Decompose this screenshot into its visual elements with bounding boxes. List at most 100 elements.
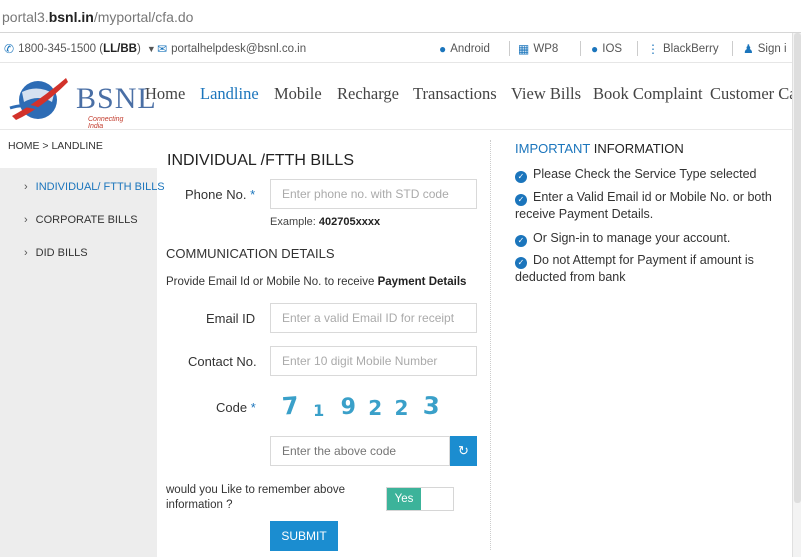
required-mark: * <box>250 400 256 415</box>
nav-recharge[interactable]: Recharge <box>337 84 399 104</box>
breadcrumb[interactable]: HOME > LANDLINE <box>8 140 103 152</box>
chevron-right-icon: › <box>24 247 28 259</box>
submit-button[interactable]: SUBMIT <box>270 521 338 551</box>
check-circle-icon: ✓ <box>515 171 527 183</box>
info-item-text: Enter a Valid Email id or Mobile No. or … <box>515 190 772 221</box>
captcha-input[interactable] <box>270 436 450 466</box>
phone-label-text: Phone No. <box>185 187 247 202</box>
helpdesk-email-link[interactable]: ✉ portalhelpdesk@bsnl.co.in <box>157 42 306 56</box>
helpdesk-email: portalhelpdesk@bsnl.co.in <box>171 43 307 55</box>
refresh-captcha-button[interactable]: ↻ <box>450 436 477 466</box>
sidebar-item-corporate[interactable]: › CORPORATE BILLS <box>24 214 138 226</box>
sidebar: › INDIVIDUAL/ FTTH BILLS › CORPORATE BILLS… <box>0 168 165 557</box>
check-circle-icon: ✓ <box>515 257 527 269</box>
user-icon: ♟ <box>743 42 754 56</box>
nav-transactions[interactable]: Transactions <box>413 84 497 104</box>
contact-input[interactable] <box>270 346 477 376</box>
captcha-code: 7 1 9 2 2 3 <box>281 391 441 421</box>
url-prefix: portal3. <box>2 9 49 25</box>
example-value: 402705xxxx <box>318 216 381 228</box>
signin-label: Sign i <box>757 43 787 55</box>
divider <box>580 41 581 56</box>
code-label: Code * <box>216 400 256 415</box>
sidebar-item-label: DID BILLS <box>35 247 88 259</box>
check-circle-icon: ✓ <box>515 235 527 247</box>
title-rest: INFORMATION <box>590 141 684 156</box>
communication-info: Provide Email Id or Mobile No. to receiv… <box>166 276 466 288</box>
info-item-text: Please Check the Service Type selected <box>533 167 757 181</box>
logo-tagline: Connecting India <box>88 116 124 130</box>
contact-label: Contact No. <box>188 354 257 369</box>
section-title-communication: COMMUNICATION DETAILS <box>166 246 335 261</box>
nav-customer-care[interactable]: Customer Ca <box>710 84 797 104</box>
required-mark: * <box>250 187 256 202</box>
divider <box>509 41 510 56</box>
blackberry-label: BlackBerry <box>663 43 719 55</box>
phone-example: Example: 402705xxxx <box>270 216 380 228</box>
nav-view-bills[interactable]: View Bills <box>511 84 581 104</box>
helpline-bold: LL/BB <box>103 43 137 55</box>
sidebar-item-did[interactable]: › DID BILLS <box>24 247 88 259</box>
info-item-text: Or Sign-in to manage your account. <box>533 231 731 245</box>
captcha-digit: 1 <box>313 401 325 420</box>
info-list-item: ✓ Enter a Valid Email id or Mobile No. or… <box>515 189 790 222</box>
globe-logo-icon <box>9 78 68 120</box>
signin-link[interactable]: ♟ Sign i <box>743 42 787 56</box>
info-text: Provide Email Id or Mobile No. to receiv… <box>166 276 378 288</box>
phone-icon: ✆ <box>4 42 15 56</box>
top-utility-bar: ✆ 1800-345-1500 (LL/BB) ▼ ✉ portalhelpde… <box>0 33 792 63</box>
sidebar-item-label: INDIVIDUAL/ FTTH BILLS <box>35 181 165 193</box>
nav-landline[interactable]: Landline <box>200 84 259 104</box>
chevron-right-icon: › <box>24 181 28 193</box>
url-path: /myportal/cfa.do <box>93 9 194 25</box>
refresh-icon: ↻ <box>458 443 469 458</box>
nav-mobile[interactable]: Mobile <box>274 84 322 104</box>
android-icon: ● <box>439 42 447 56</box>
ios-app-link[interactable]: ● IOS <box>591 42 622 56</box>
info-list-item: ✓ Please Check the Service Type selected <box>515 166 790 183</box>
info-list-item: ✓ Do not Attempt for Payment if amount is… <box>515 252 790 285</box>
bsnl-logo[interactable]: BSNL Connecting India <box>8 72 156 130</box>
scrollbar-thumb[interactable] <box>794 33 801 503</box>
page-title: INDIVIDUAL /FTTH BILLS <box>167 152 354 169</box>
column-divider <box>490 140 491 550</box>
phone-input[interactable] <box>270 179 477 209</box>
site-header: BSNL Connecting India Home Landline Mobi… <box>0 64 797 130</box>
info-item-text: Do not Attempt for Payment if amount is … <box>515 253 754 284</box>
sidebar-item-individual-ftth[interactable]: › INDIVIDUAL/ FTTH BILLS <box>24 181 165 193</box>
blackberry-app-link[interactable]: ⋮ BlackBerry <box>647 42 719 56</box>
apple-icon: ● <box>591 42 599 56</box>
check-circle-icon: ✓ <box>515 194 527 206</box>
android-label: Android <box>450 43 490 55</box>
code-label-text: Code <box>216 400 248 415</box>
email-label: Email ID <box>206 311 256 326</box>
captcha-digit: 2 <box>368 396 383 420</box>
divider <box>637 41 638 56</box>
remember-prompt: would you Like to remember above informa… <box>166 484 345 511</box>
browser-url-bar[interactable]: portal3.bsnl.in/myportal/cfa.do <box>0 0 801 33</box>
info-list-item: ✓ Or Sign-in to manage your account. <box>515 230 790 247</box>
helpline-suffix: ) <box>136 43 141 55</box>
helpline-dropdown[interactable]: ✆ 1800-345-1500 (LL/BB) ▼ <box>4 42 156 56</box>
wp8-app-link[interactable]: ▦ WP8 <box>518 42 558 56</box>
title-highlight: IMPORTANT <box>515 141 591 156</box>
ios-label: IOS <box>602 43 623 55</box>
helpline-prefix: 1800-345-1500 ( <box>18 43 104 55</box>
phone-label: Phone No. * <box>185 187 255 202</box>
nav-book-complaint[interactable]: Book Complaint <box>593 84 703 104</box>
info-bold: Payment Details <box>377 276 467 288</box>
page-scrollbar[interactable] <box>792 33 801 557</box>
chevron-right-icon: › <box>24 214 28 226</box>
email-input[interactable] <box>270 303 477 333</box>
url-host: bsnl.in <box>48 9 94 25</box>
blackberry-icon: ⋮ <box>647 42 659 56</box>
captcha-digit: 9 <box>340 395 356 420</box>
sidebar-item-label: CORPORATE BILLS <box>35 214 138 226</box>
chevron-down-icon: ▼ <box>146 44 156 54</box>
remember-toggle[interactable]: Yes <box>386 487 454 511</box>
captcha-digit: 3 <box>422 391 441 421</box>
wp8-label: WP8 <box>533 43 559 55</box>
nav-home[interactable]: Home <box>145 84 185 104</box>
example-label: Example: <box>270 216 316 228</box>
android-app-link[interactable]: ● Android <box>439 42 490 56</box>
